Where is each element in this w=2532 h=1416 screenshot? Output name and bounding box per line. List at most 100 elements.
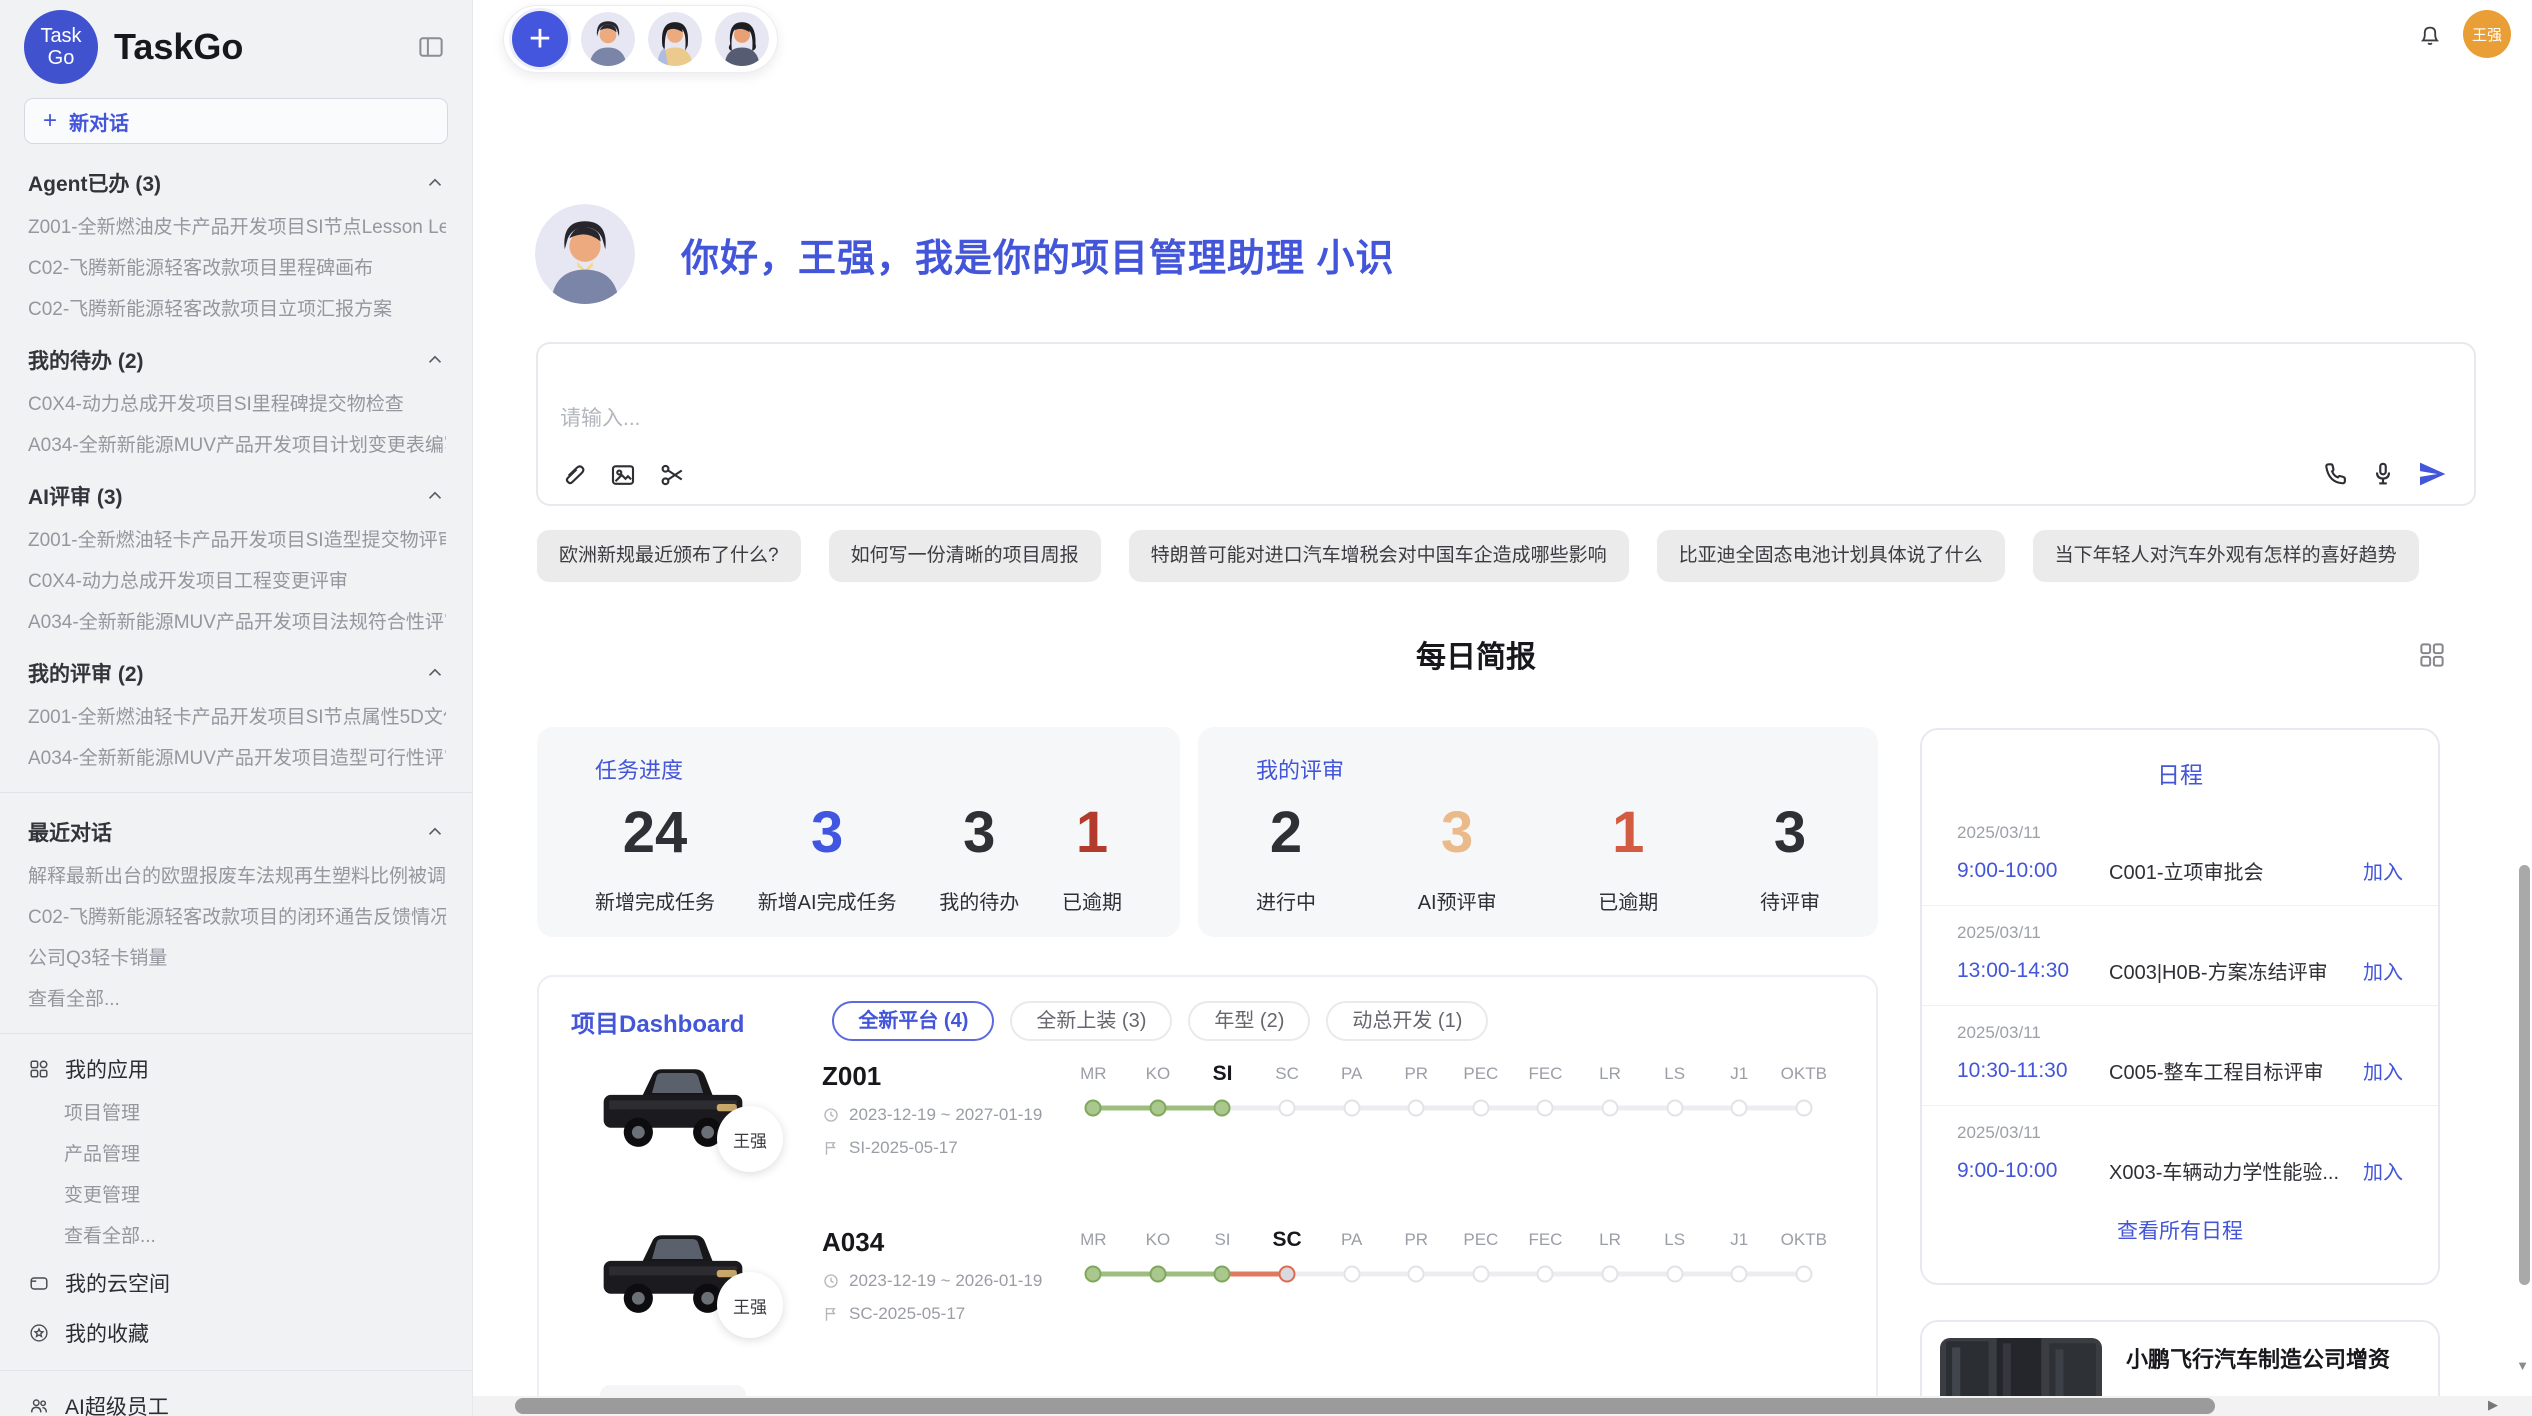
project-flag: SC-2025-05-17	[822, 1304, 1042, 1324]
add-agent-button[interactable]: +	[512, 11, 568, 67]
milestone-dot	[1279, 1266, 1296, 1283]
agent-avatar[interactable]	[648, 12, 702, 66]
cloud-space-label: 我的云空间	[65, 1268, 170, 1298]
join-meeting-link[interactable]: 加入	[2363, 856, 2403, 885]
milestone: KO	[1126, 1225, 1191, 1287]
suggestion-chip[interactable]: 比亚迪全固态电池计划具体说了什么	[1657, 530, 2005, 582]
horizontal-scrollbar-thumb[interactable]	[515, 1398, 2215, 1414]
hero: 你好，王强，我是你的项目管理助理 小识	[535, 204, 1395, 304]
project-row[interactable]: 王强 A034 2023-12-19 ~ 2026-01-19 SC-2025-…	[539, 1219, 1876, 1377]
vertical-scrollbar-thumb[interactable]	[2519, 865, 2530, 1285]
stat-value: 2	[1256, 799, 1316, 866]
view-all-schedule-link[interactable]: 查看所有日程	[1922, 1215, 2438, 1245]
image-icon[interactable]	[608, 460, 638, 490]
tab-year-model[interactable]: 年型 (2)	[1188, 1001, 1310, 1041]
tab-powertrain[interactable]: 动总开发 (1)	[1326, 1001, 1488, 1041]
new-chat-button[interactable]: + 新对话	[24, 98, 448, 144]
scissors-icon[interactable]	[658, 460, 688, 490]
join-meeting-link[interactable]: 加入	[2363, 1156, 2403, 1185]
schedule-entry: 2025/03/11 10:30-11:30 C005-整车工程目标评审 加入	[1922, 1006, 2438, 1106]
recent-view-all[interactable]: 查看全部...	[28, 984, 446, 1011]
sidebar-item[interactable]: C0X4-动力总成开发项目工程变更评审	[28, 566, 446, 593]
project-row[interactable]: 王强 Z001 2023-12-19 ~ 2027-01-19 SI-2025-…	[539, 1053, 1876, 1211]
suggestion-chip[interactable]: 当下年轻人对汽车外观有怎样的喜好趋势	[2033, 530, 2419, 582]
user-avatar[interactable]: 王强	[2463, 10, 2511, 58]
milestone: OKTB	[1772, 1059, 1837, 1121]
milestone: LR	[1578, 1059, 1643, 1121]
greeting-text: 你好，王强，我是你的项目管理助理 小识	[681, 227, 1395, 282]
section-agent-done[interactable]: Agent已办 (3)	[28, 168, 446, 198]
sidebar-item[interactable]: Z001-全新燃油轻卡产品开发项目SI造型提交物评审	[28, 525, 446, 552]
section-my-review[interactable]: 我的评审 (2)	[28, 658, 446, 688]
notifications-bell-icon[interactable]	[2417, 22, 2443, 48]
briefing-layout-icon[interactable]	[2417, 640, 2447, 670]
stats-row: 任务进度 24 新增完成任务 3 新增AI完成任务 3 我的待办	[537, 727, 1878, 937]
sidebar-item[interactable]: C0X4-动力总成开发项目SI里程碑提交物检查	[28, 389, 446, 416]
apps-view-all[interactable]: 查看全部...	[64, 1221, 446, 1248]
milestone-line	[1352, 1106, 1417, 1111]
milestone-dot	[1795, 1266, 1812, 1283]
quick-access-bar: +	[503, 5, 778, 73]
recent-chat-item[interactable]: 公司Q3轻卡销量	[28, 943, 446, 970]
app-screen: Task Go TaskGo + 新对话 Agent已办 (3) Z001-全新…	[0, 0, 2532, 1416]
microphone-icon[interactable]	[2368, 459, 2398, 489]
section-recent-chats[interactable]: 最近对话	[28, 817, 446, 847]
app-item-project-mgmt[interactable]: 项目管理	[64, 1098, 446, 1125]
prompt-input-card[interactable]: 请输入...	[536, 342, 2476, 506]
milestone-label: SC	[1255, 1059, 1320, 1089]
suggestion-chip[interactable]: 如何写一份清晰的项目周报	[829, 530, 1101, 582]
agent-avatar[interactable]	[715, 12, 769, 66]
app-item-product-mgmt[interactable]: 产品管理	[64, 1139, 446, 1166]
app-item-change-mgmt[interactable]: 变更管理	[64, 1180, 446, 1207]
project-dashboard-card: 项目Dashboard 全新平台 (4) 全新上装 (3) 年型 (2) 动总开…	[537, 975, 1878, 1416]
sidebar-item[interactable]: C02-飞腾新能源轻客改款项目里程碑画布	[28, 253, 446, 280]
join-meeting-link[interactable]: 加入	[2363, 1056, 2403, 1085]
dashboard-title: 项目Dashboard	[571, 1004, 744, 1039]
section-ai-review[interactable]: AI评审 (3)	[28, 481, 446, 511]
my-apps-label: 我的应用	[65, 1054, 149, 1084]
project-dates: 2023-12-19 ~ 2027-01-19	[822, 1105, 1042, 1125]
agent-avatar[interactable]	[581, 12, 635, 66]
sidebar-item[interactable]: A034-全新新能源MUV产品开发项目造型可行性评审	[28, 743, 446, 770]
section-my-todo[interactable]: 我的待办 (2)	[28, 345, 446, 375]
milestone: PR	[1384, 1225, 1449, 1287]
sidebar-collapse-icon[interactable]	[416, 32, 446, 62]
milestone-dot	[1408, 1266, 1425, 1283]
milestone-dot	[1279, 1100, 1296, 1117]
sidebar-item[interactable]: A034-全新新能源MUV产品开发项目计划变更表编写	[28, 430, 446, 457]
schedule-entry: 2025/03/11 9:00-10:00 X003-车辆动力学性能验... 加…	[1922, 1106, 2438, 1205]
tab-new-platform[interactable]: 全新平台 (4)	[832, 1001, 994, 1041]
sidebar-item[interactable]: A034-全新新能源MUV产品开发项目法规符合性评审	[28, 607, 446, 634]
tab-new-body[interactable]: 全新上装 (3)	[1010, 1001, 1172, 1041]
send-icon[interactable]	[2416, 458, 2448, 490]
recent-chat-item[interactable]: C02-飞腾新能源轻客改款项目的闭环通告反馈情况	[28, 902, 446, 929]
favorites-label: 我的收藏	[65, 1318, 149, 1348]
sidebar-divider	[0, 1370, 472, 1371]
milestone-line	[1610, 1272, 1675, 1277]
sidebar-item[interactable]: C02-飞腾新能源轻客改款项目立项汇报方案	[28, 294, 446, 321]
scroll-right-arrow-icon[interactable]: ▶	[2488, 1397, 2498, 1413]
milestone-dot	[1085, 1266, 1102, 1283]
horizontal-scrollbar[interactable]: ▶	[473, 1396, 2532, 1416]
milestone-dot	[1795, 1100, 1812, 1117]
join-meeting-link[interactable]: 加入	[2363, 956, 2403, 985]
milestone-dot	[1472, 1266, 1489, 1283]
sidebar-item-ai-staff[interactable]: AI超级员工	[28, 1391, 446, 1416]
scroll-down-arrow-icon[interactable]: ▼	[2516, 1358, 2529, 1373]
milestone: PEC	[1449, 1225, 1514, 1287]
attachment-icon[interactable]	[558, 460, 588, 490]
sidebar-item-cloud-space[interactable]: 我的云空间	[28, 1268, 446, 1298]
milestone-line	[1158, 1272, 1223, 1277]
sidebar-item[interactable]: Z001-全新燃油皮卡产品开发项目SI节点Lesson Learn报告	[28, 212, 446, 239]
sidebar-item[interactable]: Z001-全新燃油轻卡产品开发项目SI节点属性5D文件评审	[28, 702, 446, 729]
schedule-meeting-title: C001-立项审批会	[2109, 856, 2351, 885]
suggestion-chip[interactable]: 欧洲新规最近颁布了什么?	[537, 530, 801, 582]
sidebar-item-my-apps[interactable]: 我的应用	[28, 1054, 446, 1084]
suggestion-chip[interactable]: 特朗普可能对进口汽车增税会对中国车企造成哪些影响	[1129, 530, 1629, 582]
news-title: 小鹏飞行汽车制造公司增资	[2126, 1342, 2420, 1374]
sidebar-item-favorites[interactable]: 我的收藏	[28, 1318, 446, 1348]
phone-call-icon[interactable]	[2320, 459, 2350, 489]
daily-briefing-title: 每日简报	[537, 632, 2415, 676]
sidebar: Task Go TaskGo + 新对话 Agent已办 (3) Z001-全新…	[0, 0, 473, 1416]
recent-chat-item[interactable]: 解释最新出台的欧盟报废车法规再生塑料比例被调至15%...	[28, 861, 446, 888]
